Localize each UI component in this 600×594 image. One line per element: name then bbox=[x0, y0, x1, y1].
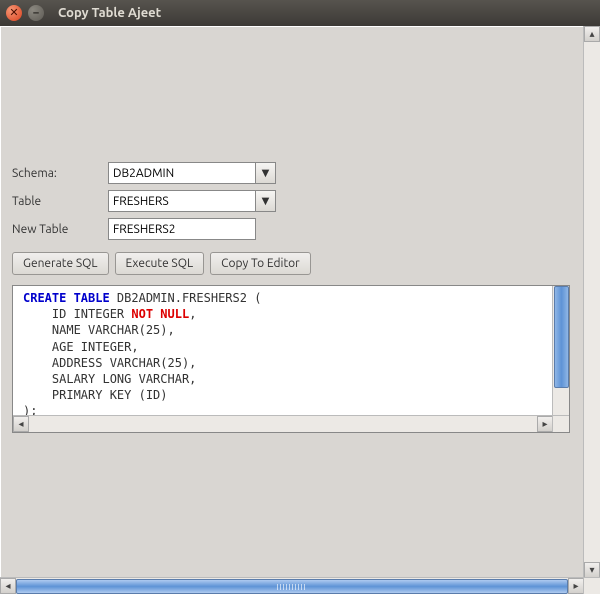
sql-scroll-corner bbox=[552, 415, 569, 432]
execute-sql-button[interactable]: Execute SQL bbox=[115, 252, 205, 275]
button-bar: Generate SQL Execute SQL Copy To Editor bbox=[12, 252, 580, 275]
new-table-label: New Table bbox=[12, 223, 108, 236]
form: Schema: ▼ Table ▼ New Table bbox=[12, 162, 580, 240]
window-minimize-button[interactable]: – bbox=[28, 5, 44, 21]
sql-scroll-right-icon[interactable]: ▸ bbox=[537, 416, 553, 432]
main-horizontal-scroll-thumb[interactable] bbox=[16, 579, 568, 594]
sql-keyword-not-null: NOT NULL bbox=[131, 307, 189, 321]
titlebar: ✕ – Copy Table Ajeet bbox=[0, 0, 600, 26]
scroll-down-icon[interactable]: ▾ bbox=[584, 562, 600, 578]
sql-scroll-left-icon[interactable]: ◂ bbox=[13, 416, 29, 432]
schema-label: Schema: bbox=[12, 167, 108, 180]
sql-vertical-scroll-thumb[interactable] bbox=[554, 286, 569, 388]
window-body: Schema: ▼ Table ▼ New Table Generate SQL bbox=[0, 26, 600, 594]
sql-output: CREATE TABLE DB2ADMIN.FRESHERS2 ( ID INT… bbox=[12, 285, 570, 433]
scroll-right-icon[interactable]: ▸ bbox=[568, 578, 584, 594]
new-table-input[interactable] bbox=[108, 218, 256, 240]
sql-qualified-name: DB2ADMIN.FRESHERS2 ( bbox=[110, 291, 262, 305]
table-dropdown-arrow-icon[interactable]: ▼ bbox=[256, 190, 276, 212]
table-select[interactable] bbox=[108, 190, 256, 212]
window-title: Copy Table Ajeet bbox=[58, 6, 161, 20]
scroll-up-icon[interactable]: ▴ bbox=[584, 26, 600, 42]
sql-horizontal-scrollbar[interactable]: ◂ ▸ bbox=[13, 415, 553, 432]
scroll-left-icon[interactable]: ◂ bbox=[0, 578, 16, 594]
generate-sql-button[interactable]: Generate SQL bbox=[12, 252, 109, 275]
table-label: Table bbox=[12, 195, 108, 208]
schema-dropdown-arrow-icon[interactable]: ▼ bbox=[256, 162, 276, 184]
copy-to-editor-button[interactable]: Copy To Editor bbox=[210, 252, 311, 275]
sql-vertical-scrollbar[interactable] bbox=[552, 286, 569, 416]
main-horizontal-scrollbar[interactable]: ◂ ▸ bbox=[0, 577, 584, 594]
window-close-button[interactable]: ✕ bbox=[6, 5, 22, 21]
main-scroll-corner bbox=[583, 577, 600, 594]
sql-text[interactable]: CREATE TABLE DB2ADMIN.FRESHERS2 ( ID INT… bbox=[13, 286, 553, 416]
sql-keyword-create-table: CREATE TABLE bbox=[23, 291, 110, 305]
schema-select[interactable] bbox=[108, 162, 256, 184]
main-vertical-scrollbar[interactable]: ▴ ▾ bbox=[583, 26, 600, 578]
